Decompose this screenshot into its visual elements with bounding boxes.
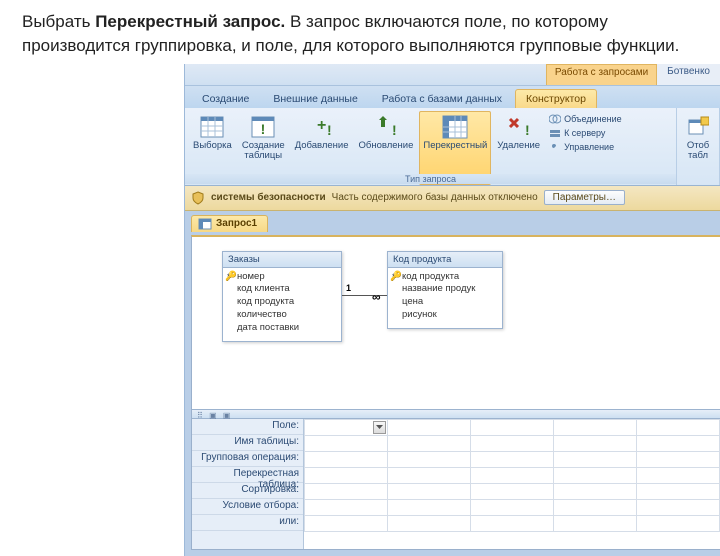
table-orders[interactable]: Заказы * 🔑номер код клиента код продукта… [222, 251, 342, 342]
shield-icon [191, 191, 205, 205]
maketable-icon: ! [250, 114, 276, 140]
key-icon: 🔑 [225, 271, 237, 284]
security-message-bar: системы безопасности Часть содержимого б… [185, 186, 720, 211]
access-window: Работа с запросами Ботвенко Создание Вне… [184, 64, 720, 556]
datasheet-icon [199, 114, 225, 140]
union-icon [549, 113, 561, 125]
tab-design[interactable]: Конструктор [515, 89, 597, 108]
svg-text:!: ! [261, 121, 266, 137]
query-icon [198, 218, 212, 230]
tab-create[interactable]: Создание [191, 89, 260, 108]
ribbon: Выборка ! Создание таблицы +! Добавление [185, 108, 720, 186]
showtable-icon [685, 114, 711, 140]
design-grid: Поле: Имя таблицы: Групповая операция: П… [192, 419, 720, 549]
svg-text:!: ! [392, 122, 397, 138]
window-user-label: Ботвенко [657, 64, 720, 85]
relationship-many-label: ∞ [372, 290, 381, 304]
group-query-type: Выборка ! Создание таблицы +! Добавление [185, 108, 677, 185]
pane-splitter[interactable]: ⠿ ▣ ▣ [192, 409, 720, 419]
group-label: Тип запроса [185, 174, 676, 184]
query-union-button[interactable]: Объединение [549, 113, 622, 125]
crosstab-icon [442, 114, 468, 140]
contextual-tab-label: Работа с запросами [546, 64, 657, 85]
title-tab-strip: Работа с запросами Ботвенко [185, 64, 720, 86]
svg-text:!: ! [525, 122, 530, 138]
show-table-button[interactable]: Отоб табл [681, 111, 715, 185]
grid-row-headers: Поле: Имя таблицы: Групповая операция: П… [192, 419, 304, 549]
instruction-text: Выбрать Перекрестный запрос. В запрос вк… [0, 0, 720, 64]
query-design-canvas[interactable]: Заказы * 🔑номер код клиента код продукта… [191, 235, 720, 550]
server-icon [549, 127, 561, 139]
dropdown-button[interactable] [373, 421, 386, 434]
security-options-button[interactable]: Параметры… [544, 190, 625, 205]
svg-text:!: ! [327, 122, 332, 138]
wrench-icon [549, 141, 561, 153]
update-icon: ! [373, 114, 399, 140]
query-datadef-button[interactable]: Управление [549, 141, 622, 153]
table-products-title: Код продукта [388, 252, 502, 268]
tab-external-data[interactable]: Внешние данные [262, 89, 368, 108]
ribbon-tab-row: Создание Внешние данные Работа с базами … [185, 86, 720, 108]
tab-database-tools[interactable]: Работа с базами данных [371, 89, 513, 108]
table-orders-title: Заказы [223, 252, 341, 268]
query-passthrough-button[interactable]: К серверу [549, 127, 622, 139]
grid-cells[interactable] [304, 419, 720, 549]
field-cell[interactable] [305, 419, 388, 435]
delete-icon: ! [506, 114, 532, 140]
table-products[interactable]: Код продукта * 🔑код продукта название пр… [387, 251, 503, 329]
key-icon: 🔑 [390, 271, 402, 284]
relationship-one-label: 1 [346, 283, 351, 293]
group-show: Отоб табл [677, 108, 720, 185]
append-icon: +! [309, 114, 335, 140]
document-area: Запрос1 Заказы * 🔑номер код клиента код … [185, 211, 720, 556]
query-tab[interactable]: Запрос1 [191, 215, 268, 232]
svg-text:+: + [317, 117, 326, 134]
